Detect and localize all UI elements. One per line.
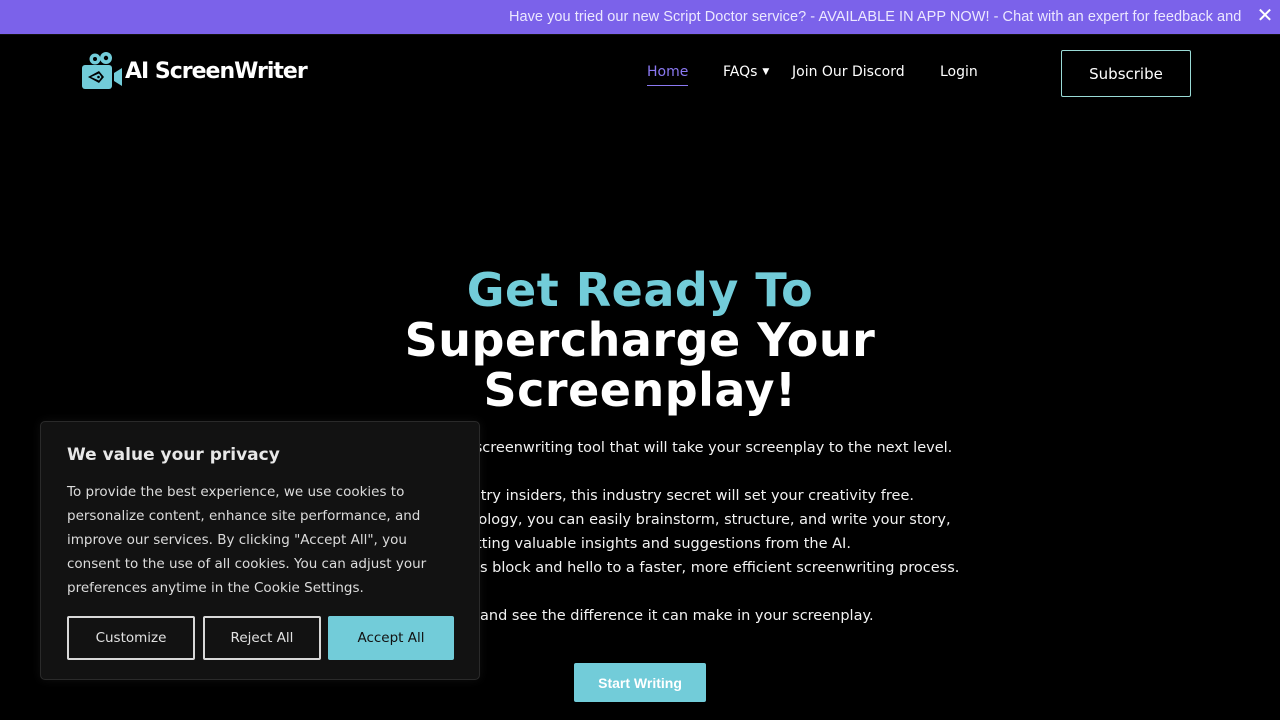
- nav-discord[interactable]: Join Our Discord: [792, 64, 905, 80]
- reject-all-button[interactable]: Reject All: [203, 616, 321, 660]
- site-header: AI ScreenWriter Home FAQs ▼ Join Our Disc…: [0, 35, 1280, 111]
- hero-line: ustry insiders, this industry secret wil…: [464, 488, 914, 504]
- subscribe-button[interactable]: Subscribe: [1061, 50, 1191, 97]
- hero-line: nnology, you can easily brainstorm, stru…: [460, 512, 951, 528]
- caret-down-icon: ▼: [762, 67, 770, 77]
- film-camera-pen-icon: [82, 52, 122, 89]
- hero-title-line2: Supercharge Your: [404, 313, 876, 367]
- cookie-body: To provide the best experience, we use c…: [67, 484, 427, 596]
- nav-home[interactable]: Home: [647, 64, 689, 86]
- accept-all-button[interactable]: Accept All: [328, 616, 454, 660]
- close-icon[interactable]: ✕: [1254, 4, 1276, 26]
- hero-title-accent: Get Ready To: [466, 263, 814, 317]
- cookie-title: We value your privacy: [67, 445, 280, 465]
- hero-line: ed screenwriting tool that will take you…: [452, 440, 953, 456]
- hero-line: getting valuable insights and suggestion…: [458, 536, 851, 552]
- announcement-text[interactable]: Have you tried our new Script Doctor ser…: [509, 9, 1241, 25]
- hero-line: 's block and hello to a faster, more eff…: [476, 560, 960, 576]
- hero-title-line3: Screenplay!: [483, 363, 797, 417]
- start-writing-button[interactable]: Start Writing: [574, 663, 706, 702]
- nav-login[interactable]: Login: [940, 64, 978, 80]
- logo-text: AI ScreenWriter: [125, 58, 308, 84]
- cookie-banner: We value your privacy To provide the bes…: [40, 421, 480, 680]
- nav-faqs[interactable]: FAQs ▼: [723, 64, 769, 80]
- announcement-bar: Have you tried our new Script Doctor ser…: [0, 0, 1280, 35]
- logo[interactable]: AI ScreenWriter: [80, 52, 308, 90]
- customize-button[interactable]: Customize: [67, 616, 195, 660]
- hero-title: Get Ready To Supercharge Your Screenplay…: [0, 265, 1280, 415]
- hero-line: and see the difference it can make in yo…: [480, 608, 874, 624]
- nav-faqs-label: FAQs: [723, 64, 758, 80]
